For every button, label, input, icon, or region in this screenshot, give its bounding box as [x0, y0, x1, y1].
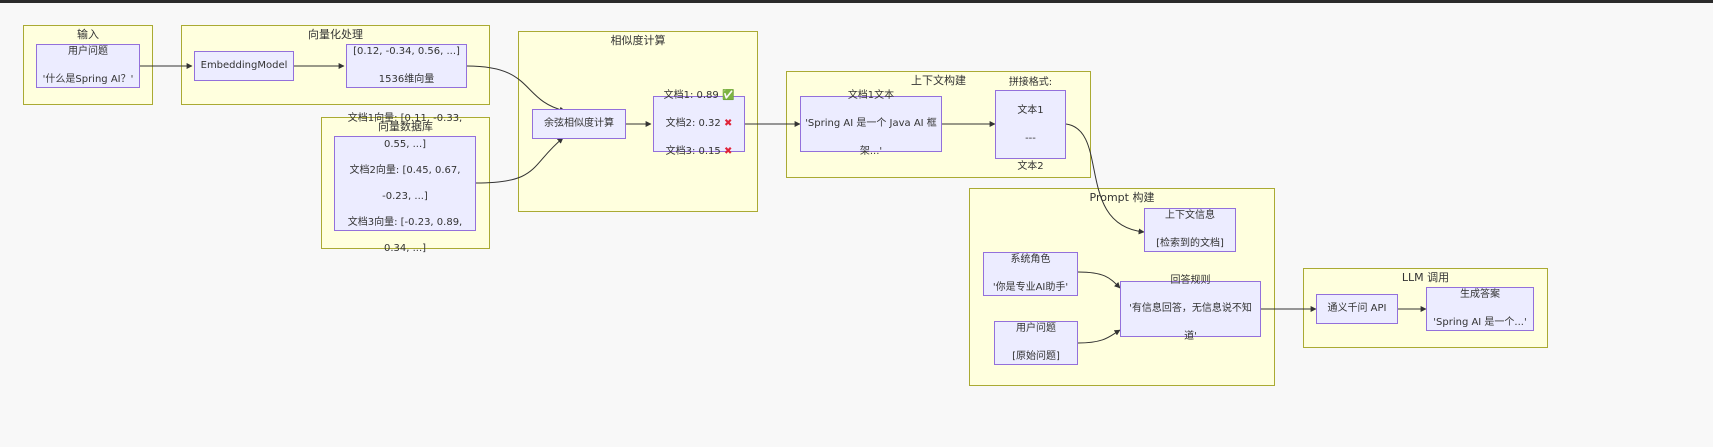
- node-context-info: 上下文信息 [检索到的文档]: [1144, 208, 1236, 252]
- node-text-line: 生成答案: [1459, 289, 1500, 300]
- score-text: 文档1: 0.89: [663, 90, 719, 101]
- score-text: 文档2: 0.32: [665, 118, 721, 129]
- node-text-line: '你是专业AI助手': [992, 282, 1069, 293]
- node-text-line: 上下文信息: [1165, 210, 1215, 221]
- node-vector-output: [0.12, -0.34, 0.56, ...] 1536维向量: [346, 44, 467, 88]
- edge-question-to-rules: [1077, 329, 1121, 344]
- node-text-line: ---: [1025, 132, 1036, 144]
- score-text: 文档3: 0.15: [665, 146, 721, 157]
- node-text-line: 通义千问 API: [1327, 303, 1387, 314]
- node-db-vectors: 文档1向量: [0.11, -0.33, 0.55, ...] 文档2向量: […: [334, 113, 476, 254]
- node-user-question-raw: 用户问题 [原始问题]: [994, 321, 1078, 365]
- node-generate-answer: 生成答案 'Spring AI 是一个...': [1426, 287, 1534, 331]
- score-line-1: 文档1: 0.89 ✅: [664, 89, 735, 103]
- node-text-line: EmbeddingModel: [200, 60, 288, 71]
- cross-icon: ✖: [723, 118, 733, 129]
- node-scores: 文档1: 0.89 ✅ 文档2: 0.32 ✖ 文档3: 0.15 ✖: [653, 90, 745, 157]
- node-text-line: 文档2向量: [0.45, 0.67,: [349, 165, 461, 176]
- node-text-line: [0.12, -0.34, 0.56, ...]: [353, 46, 460, 57]
- node-text-line: 架...': [859, 146, 883, 157]
- node-tongyi-api: 通义千问 API: [1316, 294, 1398, 324]
- node-text-line: 文本1: [1017, 104, 1044, 116]
- node-text-line: 余弦相似度计算: [544, 118, 614, 129]
- node-text-line: -0.23, ...]: [382, 191, 428, 202]
- node-user-question: 用户问题 '什么是Spring AI？': [36, 44, 140, 88]
- node-text-line: 1536维向量: [378, 74, 435, 85]
- node-text-line: '什么是Spring AI？': [42, 74, 134, 85]
- node-doc-text: 文档1文本 'Spring AI 是一个 Java AI 框 架...': [800, 90, 942, 157]
- node-text-line: [原始问题]: [1012, 351, 1060, 362]
- edge-concat-to-context: [1065, 123, 1145, 235]
- node-text-line: [检索到的文档]: [1156, 238, 1224, 249]
- node-text-line: 文档1文本: [847, 90, 895, 101]
- node-text-line: 系统角色: [1010, 254, 1051, 265]
- cross-icon: ✖: [723, 146, 733, 157]
- node-text-line: 0.55, ...]: [383, 139, 427, 150]
- node-text-line: '有信息回答，无信息说不知: [1129, 303, 1252, 314]
- node-text-line: 'Spring AI 是一个 Java AI 框: [805, 118, 937, 129]
- node-text-line: 回答规则: [1170, 275, 1211, 286]
- node-text-line: 文档3向量: [-0.23, 0.89,: [347, 217, 463, 228]
- node-text-line: 文本2: [1017, 160, 1044, 172]
- node-text-line: 0.34, ...]: [383, 243, 427, 254]
- edge-role-to-rules: [1077, 271, 1121, 289]
- node-concat-format: 拼接格式: 文本1 --- 文本2: [995, 77, 1066, 172]
- score-line-3: 文档3: 0.15 ✖: [664, 145, 735, 159]
- node-text-line: 文档1向量: [0.11, -0.33,: [347, 113, 463, 124]
- check-icon: ✅: [721, 90, 735, 101]
- node-cosine-similarity: 余弦相似度计算: [532, 109, 626, 139]
- node-text-line: 拼接格式:: [1008, 76, 1053, 88]
- node-embedding-model: EmbeddingModel: [194, 51, 294, 81]
- score-line-2: 文档2: 0.32 ✖: [664, 117, 735, 131]
- node-text-line: 用户问题: [68, 46, 108, 57]
- node-text-line: 道': [1184, 331, 1197, 342]
- node-text-line: 'Spring AI 是一个...': [1433, 317, 1527, 328]
- node-answer-rules: 回答规则 '有信息回答，无信息说不知 道': [1120, 275, 1261, 342]
- node-text-line: 用户问题: [1016, 323, 1056, 334]
- node-system-role: 系统角色 '你是专业AI助手': [983, 252, 1078, 296]
